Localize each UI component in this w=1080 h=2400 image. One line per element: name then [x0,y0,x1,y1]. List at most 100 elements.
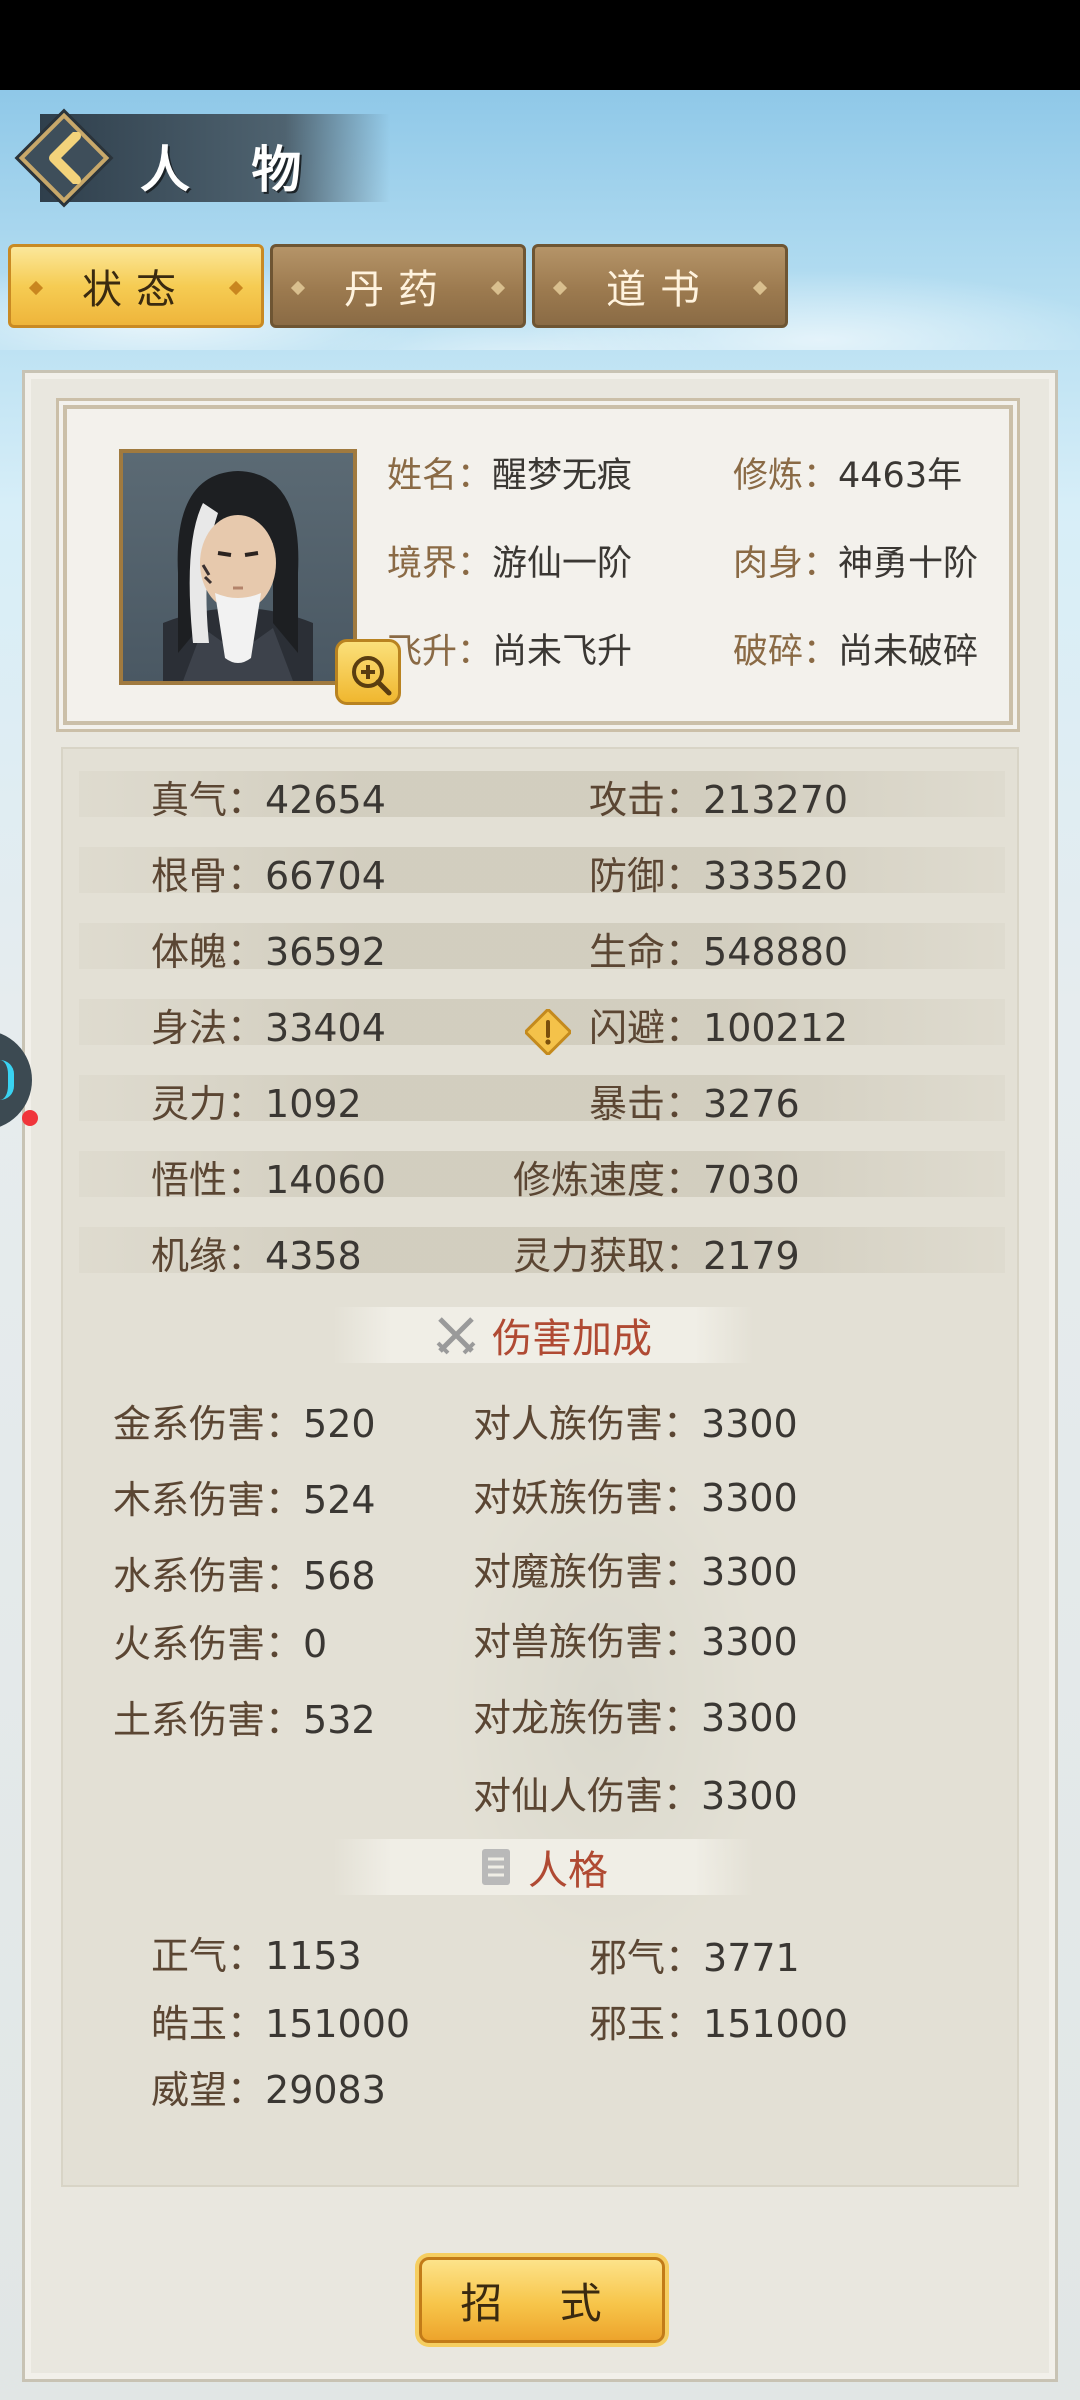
stat-value: 532 [303,1698,376,1742]
damage-vs-human: 对人族伤害：3300 [473,1393,798,1448]
info-label: 修炼： [733,456,839,496]
damage-vs-beast: 对兽族伤害：3300 [473,1611,798,1666]
stat-label: 体魄： [151,930,266,974]
stat-value: 3300 [701,1696,798,1740]
info-label: 境界： [387,544,493,584]
damage-vs-dragon: 对龙族伤害：3300 [473,1687,798,1742]
stat-value: 7030 [703,1158,800,1202]
stat-fortune: 机缘：4358 [151,1225,362,1280]
section-damage-bonus: 伤害加成 [333,1307,753,1363]
damage-fire: 火系伤害：0 [113,1613,327,1668]
stat-label: 皓玉： [151,2002,266,2046]
stat-bone: 根骨：66704 [151,845,386,900]
tab-ornament [752,280,768,296]
stat-label: 火系伤害： [113,1622,304,1666]
stat-value: 3300 [701,1476,798,1520]
info-ascension: 飞升：尚未飞升 [387,623,632,674]
damage-metal: 金系伤害：520 [113,1393,376,1448]
stat-label: 对仙人伤害： [473,1774,702,1818]
stat-label: 对人族伤害： [473,1402,702,1446]
section-title: 人格 [528,1848,608,1894]
damage-earth: 土系伤害：532 [113,1689,376,1744]
profile-card: 姓名：醒梦无痕 修炼：4463年 境界：游仙一阶 肉身：神勇十阶 飞升：尚未飞升… [63,405,1013,725]
back-arrow-icon [49,132,81,184]
stat-attack: 攻击：213270 [589,769,848,824]
avatar[interactable] [119,449,357,685]
stat-value: 4358 [265,1234,362,1278]
stat-life: 生命：548880 [589,921,848,976]
damage-vs-devil: 对魔族伤害：3300 [473,1541,798,1596]
stat-value: 66704 [265,854,386,898]
tab-status[interactable]: 状态 [8,244,264,328]
stat-label: 攻击： [589,778,704,822]
info-value: 神勇十阶 [838,544,979,584]
stat-value: 36592 [265,930,386,974]
stat-spirit-gain: 灵力获取：2179 [513,1225,800,1280]
stat-cultivation-speed: 修炼速度：7030 [513,1149,800,1204]
stat-defense: 防御：333520 [589,845,848,900]
stat-value: 568 [303,1554,376,1598]
tab-ornament [552,280,568,296]
tab-pills[interactable]: 丹药 [270,244,526,328]
stat-label: 暴击： [589,1082,704,1126]
scroll-icon [482,1849,510,1885]
tab-bar: 状态 丹药 道书 [8,244,788,328]
character-portrait [163,471,313,681]
page-title: 人 物 [140,140,324,199]
stat-label: 金系伤害： [113,1402,304,1446]
stat-value: 3771 [703,1936,800,1980]
stat-value: 3300 [701,1402,798,1446]
info-shatter: 破碎：尚未破碎 [733,623,978,674]
stat-label: 对妖族伤害： [473,1476,702,1520]
character-panel: 姓名：醒梦无痕 修炼：4463年 境界：游仙一阶 肉身：神勇十阶 飞升：尚未飞升… [22,370,1058,2382]
stat-label: 修炼速度： [513,1158,704,1202]
warning-icon[interactable] [525,1009,571,1055]
stat-value: 1092 [265,1082,362,1126]
header: 人 物 [0,110,400,206]
tab-label: 状态 [82,267,190,313]
status-bar [0,0,1080,90]
stat-label: 邪气： [589,1936,704,1980]
stat-label: 对龙族伤害： [473,1696,702,1740]
stat-label: 机缘： [151,1234,266,1278]
stat-value: 213270 [703,778,849,822]
stat-value: 524 [303,1478,376,1522]
stat-value: 100212 [703,1006,849,1050]
stat-label: 灵力获取： [513,1234,704,1278]
stat-label: 闪避： [589,1006,704,1050]
stat-label: 真气： [151,778,266,822]
stat-label: 身法： [151,1006,266,1050]
stat-label: 正气： [151,1934,266,1978]
tab-label: 道书 [606,267,714,313]
info-value: 尚未飞升 [492,632,633,672]
stat-value: 2179 [703,1234,800,1278]
skills-button[interactable]: 招 式 [419,2257,665,2343]
info-value: 醒梦无痕 [492,456,633,496]
stat-label: 悟性： [151,1158,266,1202]
stat-value: 14060 [265,1158,386,1202]
damage-vs-demon-beast: 对妖族伤害：3300 [473,1467,798,1522]
stat-crit: 暴击：3276 [589,1073,800,1128]
stat-label: 对兽族伤害： [473,1620,702,1664]
stat-label: 土系伤害： [113,1698,304,1742]
stat-value: 3300 [701,1774,798,1818]
stat-label: 生命： [589,930,704,974]
info-realm: 境界：游仙一阶 [387,535,632,586]
stat-value: 333520 [703,854,849,898]
stat-label: 邪玉： [589,2002,704,2046]
stat-agility: 身法：33404 [151,997,386,1052]
tab-ornament [228,280,244,296]
stat-label: 威望： [151,2068,266,2112]
stat-value: 0 [303,1622,328,1666]
stat-label: 木系伤害： [113,1478,304,1522]
back-button[interactable] [18,112,110,204]
stat-value: 520 [303,1402,376,1446]
skills-button-label: 招 式 [460,2278,624,2328]
info-body: 肉身：神勇十阶 [733,535,978,586]
tab-dao-books[interactable]: 道书 [532,244,788,328]
stat-value: 42654 [265,778,386,822]
stat-value: 151000 [265,2002,411,2046]
stat-value: 548880 [703,930,849,974]
stat-physique: 体魄：36592 [151,921,386,976]
stat-label: 对魔族伤害： [473,1550,702,1594]
